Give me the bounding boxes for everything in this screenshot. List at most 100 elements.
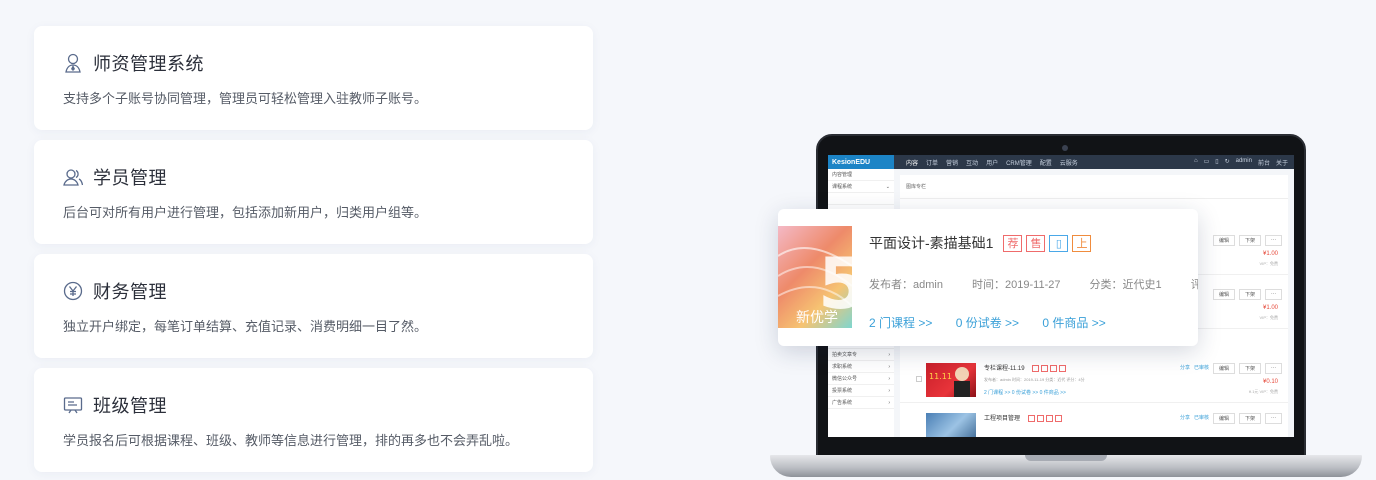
papers-link[interactable]: 0 份试卷 >> xyxy=(956,316,1019,330)
nav-item[interactable]: 配置 xyxy=(1040,158,1052,167)
row-title: 专栏课程-11.19 xyxy=(984,363,1067,372)
refresh-icon[interactable]: ↻ xyxy=(1225,158,1230,167)
publisher: 发布者：admin xyxy=(869,279,943,291)
nav-item[interactable]: 互动 xyxy=(966,158,978,167)
class-icon xyxy=(63,394,83,416)
course-tags: 荐 售 ▯ 上 xyxy=(1003,234,1092,252)
offline-button[interactable]: 下架 xyxy=(1238,235,1261,246)
home-icon[interactable]: ⌂ xyxy=(1194,158,1198,167)
brand-logo: KesionEDU xyxy=(828,155,894,169)
row-thumbnail xyxy=(926,413,976,437)
row-actions: 编辑 下架 ··· xyxy=(1212,235,1282,246)
table-row: 11.11 专栏课程-11.19 发布者：admin 时间：2019-11-19… xyxy=(900,357,1288,403)
thumb-caption: 新优学 xyxy=(796,310,838,326)
nav-item[interactable]: 用户 xyxy=(986,158,998,167)
feature-title: 财务管理 xyxy=(93,282,167,302)
row-thumbnail: 11.11 xyxy=(926,363,976,397)
row-actions: 分享 已审核 编辑 下架 ··· xyxy=(1180,363,1282,374)
row-tags xyxy=(1027,414,1062,422)
admin-nav: 内容 订单 营销 互动 用户 CRM管理 配置 云服务 xyxy=(906,158,1078,167)
row-vip: VIP：免费 xyxy=(1259,261,1278,266)
more-button[interactable]: ··· xyxy=(1265,363,1282,374)
category: 分类：近代史1 xyxy=(1089,279,1162,291)
feature-card-class: 班级管理 学员报名后可根据课程、班级、教师等信息进行管理，排的再多也不会弄乱啦。 xyxy=(34,368,593,472)
feature-desc: 后台可对所有用户进行管理，包括添加新用户，归类用户组等。 xyxy=(63,205,428,220)
sidebar-item[interactable]: 投票系统 › xyxy=(828,385,894,397)
row-vip: ¥.1元 VIP：免费 xyxy=(1248,389,1278,394)
laptop-base xyxy=(770,455,1362,477)
row-links[interactable]: 2 门课程 >> 0 份试卷 >> 0 件商品 >> xyxy=(984,389,1066,396)
feature-card-teacher: 师资管理系统 支持多个子账号协同管理，管理员可轻松管理入驻教师子账号。 xyxy=(34,26,593,130)
sidebar-item[interactable]: 微信公众号 › xyxy=(828,373,894,385)
top-link[interactable]: 前台 xyxy=(1258,158,1270,167)
row-price: ¥1.00 xyxy=(1262,305,1278,311)
sidebar-item[interactable]: 广告系统 › xyxy=(828,397,894,409)
row-title: 工程项目管理 xyxy=(984,413,1062,422)
more-button[interactable]: ··· xyxy=(1265,235,1282,246)
edit-button[interactable]: 编辑 xyxy=(1212,235,1235,246)
sidebar-item[interactable]: 求职系统 › xyxy=(828,361,894,373)
course-popover-card: 5 新优学 平面设计-素描基础1 荐 售 ▯ 上 发布者：admin 时间：20… xyxy=(778,209,1198,346)
reviewed-link[interactable]: 已审核 xyxy=(1194,363,1209,374)
students-icon xyxy=(63,166,83,188)
publish-time: 时间：2019-11-27 xyxy=(972,279,1061,291)
feature-title: 班级管理 xyxy=(93,396,167,416)
nav-item[interactable]: 营销 xyxy=(946,158,958,167)
top-link[interactable]: 关于 xyxy=(1276,158,1288,167)
course-meta: 发布者：admin 时间：2019-11-27 分类：近代史1 评分 xyxy=(869,276,1198,292)
offline-button[interactable]: 下架 xyxy=(1238,413,1261,424)
goods-link[interactable]: 0 件商品 >> xyxy=(1042,316,1105,330)
feature-title: 师资管理系统 xyxy=(93,54,204,74)
reviewed-link[interactable]: 已审核 xyxy=(1194,413,1209,424)
nav-item[interactable]: CRM管理 xyxy=(1006,158,1032,167)
camera-dot xyxy=(1062,145,1068,151)
online-tag: 上 xyxy=(1072,234,1092,252)
feature-desc: 支持多个子账号协同管理，管理员可轻松管理入驻教师子账号。 xyxy=(63,91,428,106)
nav-item[interactable]: 订单 xyxy=(926,158,938,167)
phone-icon[interactable]: ▯ xyxy=(1215,158,1218,167)
row-actions: 分享 已审核 编辑 下架 ··· xyxy=(1180,413,1282,424)
yen-icon xyxy=(63,280,83,302)
edit-button[interactable]: 编辑 xyxy=(1212,413,1235,424)
svg-text:11.11: 11.11 xyxy=(929,372,952,381)
row-meta: 发布者：admin 时间：2019-11-19 分类：近代 评分：4分 xyxy=(984,377,1085,382)
nav-item[interactable]: 云服务 xyxy=(1060,158,1078,167)
sidebar-item[interactable] xyxy=(828,193,894,205)
sidebar-item[interactable]: 拍卖文章专 › xyxy=(828,349,894,361)
sale-tag: 售 xyxy=(1026,234,1046,252)
more-button[interactable]: ··· xyxy=(1265,413,1282,424)
monitor-icon[interactable]: ▭ xyxy=(1204,158,1210,167)
edit-button[interactable]: 编辑 xyxy=(1212,289,1235,300)
edit-button[interactable]: 编辑 xyxy=(1212,363,1235,374)
course-title[interactable]: 平面设计-素描基础1 荐 售 ▯ 上 xyxy=(869,233,1092,253)
breadcrumb: 图库专栏 xyxy=(900,175,1288,199)
row-checkbox[interactable] xyxy=(916,376,922,382)
recommend-tag: 荐 xyxy=(1003,234,1023,252)
courses-link[interactable]: 2 门课程 >> xyxy=(869,316,932,330)
feature-desc: 学员报名后可根据课程、班级、教师等信息进行管理，排的再多也不会弄乱啦。 xyxy=(63,433,519,448)
row-price: ¥1.00 xyxy=(1262,251,1278,257)
feature-desc: 独立开户绑定，每笔订单结算、充值记录、消费明细一目了然。 xyxy=(63,319,428,334)
admin-top-right: ⌂ ▭ ▯ ↻ admin 前台 关于 xyxy=(1194,158,1294,167)
share-link[interactable]: 分享 xyxy=(1180,363,1190,374)
feature-card-students: 学员管理 后台可对所有用户进行管理，包括添加新用户，归类用户组等。 xyxy=(34,140,593,244)
row-price: ¥0.10 xyxy=(1262,379,1278,385)
mobile-icon: ▯ xyxy=(1049,234,1069,252)
nav-item[interactable]: 内容 xyxy=(906,158,918,167)
admin-user[interactable]: admin xyxy=(1236,158,1252,167)
offline-button[interactable]: 下架 xyxy=(1238,363,1261,374)
share-link[interactable]: 分享 xyxy=(1180,413,1190,424)
sidebar-item[interactable]: 课程系统 ⌄ xyxy=(828,181,894,193)
rating: 评分 xyxy=(1190,279,1198,291)
teacher-icon xyxy=(63,52,83,74)
row-vip: VIP：免费 xyxy=(1259,315,1278,320)
admin-topbar: KesionEDU 内容 订单 营销 互动 用户 CRM管理 配置 云服务 ⌂ … xyxy=(828,155,1294,169)
more-button[interactable]: ··· xyxy=(1265,289,1282,300)
feature-title: 学员管理 xyxy=(93,168,167,188)
table-row: 工程项目管理 分享 已审核 编辑 下架 ··· xyxy=(900,407,1288,437)
offline-button[interactable]: 下架 xyxy=(1238,289,1261,300)
sidebar-title: 内容管理 xyxy=(828,169,894,181)
course-thumbnail: 5 新优学 xyxy=(778,226,852,328)
laptop-notch xyxy=(1025,455,1107,461)
course-links: 2 门课程 >> 0 份试卷 >> 0 件商品 >> xyxy=(869,314,1126,331)
